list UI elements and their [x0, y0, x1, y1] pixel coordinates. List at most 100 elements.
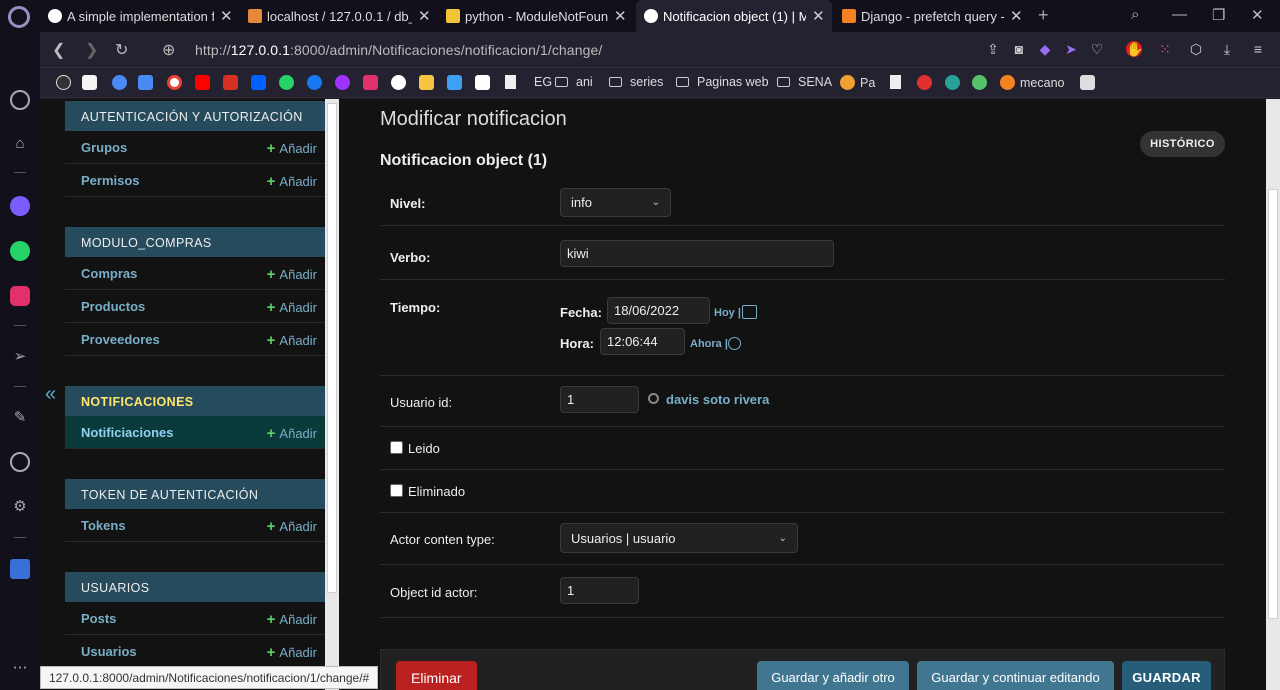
bookmark-item[interactable] — [917, 75, 937, 90]
verbo-input[interactable]: kiwi — [560, 240, 834, 267]
model-link[interactable]: Permisos — [81, 173, 140, 188]
site-info-icon[interactable]: ⊕ — [162, 40, 175, 60]
bookmark-eg[interactable]: EG — [505, 75, 552, 89]
add-link[interactable]: + Añadir — [267, 299, 317, 316]
bookmark-item[interactable] — [223, 75, 243, 90]
add-link[interactable]: + Añadir — [267, 332, 317, 349]
lookup-search-icon[interactable] — [648, 393, 659, 404]
scrollbar-thumb[interactable] — [1268, 189, 1278, 619]
add-link[interactable]: + Añadir — [267, 518, 317, 535]
checkbox-label[interactable]: Eliminado — [408, 484, 465, 499]
adblock-icon[interactable]: ✋ — [1126, 41, 1143, 57]
ahora-link[interactable]: Ahora | — [690, 338, 728, 350]
bookmark-folder-sena[interactable]: SENA — [777, 75, 832, 89]
easy-setup-icon[interactable]: ≡ — [1250, 41, 1266, 57]
bookmark-item[interactable] — [112, 75, 132, 90]
add-link[interactable]: + Añadir — [267, 173, 317, 190]
model-link[interactable]: Productos — [81, 299, 145, 314]
clock-icon[interactable] — [728, 337, 741, 350]
back-icon[interactable]: ❮ — [52, 40, 65, 60]
toggle-nav-sidebar[interactable]: « — [40, 99, 65, 690]
bookmark-mecano[interactable]: mecano — [1000, 75, 1064, 90]
tab-1[interactable]: localhost / 127.0.0.1 / db_e ✕ — [240, 0, 438, 32]
download-icon[interactable]: ⤓ — [1219, 41, 1235, 57]
flow-icon[interactable]: ➢ — [10, 347, 30, 367]
fecha-input[interactable]: 18/06/2022 — [607, 297, 710, 324]
search-tabs-icon[interactable]: ⌕ — [1131, 6, 1139, 23]
model-link[interactable]: Grupos — [81, 140, 127, 155]
bookmark-folder-series[interactable]: series — [609, 75, 663, 89]
bookmark-item[interactable] — [475, 75, 495, 90]
scrollbar-thumb[interactable] — [327, 103, 337, 593]
module-caption[interactable]: AUTENTICACIÓN Y AUTORIZACIÓN — [65, 101, 325, 131]
bookmark-item[interactable] — [279, 75, 299, 90]
save-and-continue-button[interactable]: Guardar y continuar editando — [917, 661, 1114, 690]
history-icon[interactable] — [10, 452, 30, 472]
bookmark-item[interactable] — [335, 75, 355, 90]
save-button[interactable]: GUARDAR — [1122, 661, 1211, 690]
page-scrollbar[interactable] — [1266, 99, 1280, 690]
bookmark-item[interactable] — [972, 75, 992, 90]
hora-input[interactable]: 12:06:44 — [600, 328, 685, 355]
model-link[interactable]: Tokens — [81, 518, 126, 533]
add-link[interactable]: + Añadir — [267, 266, 317, 283]
hoy-link[interactable]: Hoy | — [714, 307, 741, 319]
bookmark-item[interactable] — [167, 75, 187, 90]
history-button[interactable]: HISTÓRICO — [1140, 131, 1225, 157]
close-tab-icon[interactable]: ✕ — [220, 7, 234, 25]
close-tab-icon[interactable]: ✕ — [614, 7, 628, 25]
settings-gear-icon[interactable]: ⚙ — [10, 497, 30, 517]
delete-button[interactable]: Eliminar — [396, 661, 477, 690]
tab-2[interactable]: python - ModuleNotFound ✕ — [438, 0, 634, 32]
messenger-icon[interactable] — [10, 196, 30, 216]
object-id-actor-input[interactable]: 1 — [560, 577, 639, 604]
workspaces-icon[interactable]: ⌂ — [10, 134, 30, 154]
bookmark-folder-ani[interactable]: ani — [555, 75, 593, 89]
bookmark-item[interactable] — [945, 75, 965, 90]
nav-scrollbar[interactable] — [325, 99, 339, 690]
bookmark-pa[interactable]: Pa — [840, 75, 875, 90]
add-link[interactable]: + Añadir — [267, 425, 317, 442]
model-link[interactable]: Posts — [81, 611, 116, 626]
opera-menu-icon[interactable] — [8, 6, 30, 28]
usuario-id-input[interactable]: 1 — [560, 386, 639, 413]
close-tab-icon[interactable]: ✕ — [1010, 7, 1024, 25]
url-field[interactable]: http://127.0.0.1:8000/admin/Notificacion… — [195, 42, 602, 58]
translate-icon[interactable] — [10, 559, 30, 579]
model-link[interactable]: Notificiaciones — [81, 425, 173, 440]
calendar-icon[interactable] — [742, 305, 757, 319]
whatsapp-icon[interactable] — [10, 241, 30, 261]
model-link[interactable]: Proveedores — [81, 332, 160, 347]
bookmark-item[interactable] — [1080, 75, 1100, 90]
module-caption[interactable]: USUARIOS — [65, 572, 325, 602]
actor-content-type-select[interactable]: Usuarios | usuario ⌄ — [560, 523, 798, 553]
close-tab-icon[interactable]: ✕ — [418, 7, 432, 25]
share-icon[interactable]: ⇪ — [985, 41, 1001, 57]
minimize-icon[interactable]: — — [1172, 6, 1187, 23]
add-link[interactable]: + Añadir — [267, 611, 317, 628]
close-tab-icon[interactable]: ✕ — [812, 7, 826, 25]
model-link[interactable]: Usuarios — [81, 644, 137, 659]
module-caption[interactable]: NOTIFICACIONES — [65, 386, 325, 416]
bookmark-item[interactable] — [447, 75, 467, 90]
bookmark-item[interactable] — [82, 75, 102, 90]
bookmark-item[interactable] — [195, 75, 215, 90]
eliminado-checkbox[interactable] — [390, 484, 403, 497]
tab-0[interactable]: A simple implementation fo ✕ — [40, 0, 240, 32]
extensions-grid-icon[interactable]: ⁙ — [1157, 41, 1173, 57]
close-window-icon[interactable]: ✕ — [1251, 6, 1264, 24]
restore-icon[interactable]: ❐ — [1212, 6, 1225, 24]
bookmark-item[interactable] — [391, 75, 411, 90]
forward-icon[interactable]: ❯ — [85, 40, 98, 60]
snapshot-icon[interactable]: ◙ — [1011, 41, 1027, 57]
bookmark-item[interactable] — [363, 75, 383, 90]
bookmark-item[interactable] — [251, 75, 271, 90]
bookmark-folder-paginas-web[interactable]: Paginas web — [676, 75, 769, 89]
new-tab-icon[interactable]: + — [1038, 5, 1049, 26]
bookmark-item[interactable] — [138, 75, 158, 90]
pinboard-icon[interactable]: ✎ — [10, 408, 30, 428]
save-and-add-another-button[interactable]: Guardar y añadir otro — [757, 661, 909, 690]
model-link[interactable]: Compras — [81, 266, 137, 281]
reload-icon[interactable]: ↻ — [115, 40, 128, 60]
checkbox-label[interactable]: Leido — [408, 441, 440, 456]
